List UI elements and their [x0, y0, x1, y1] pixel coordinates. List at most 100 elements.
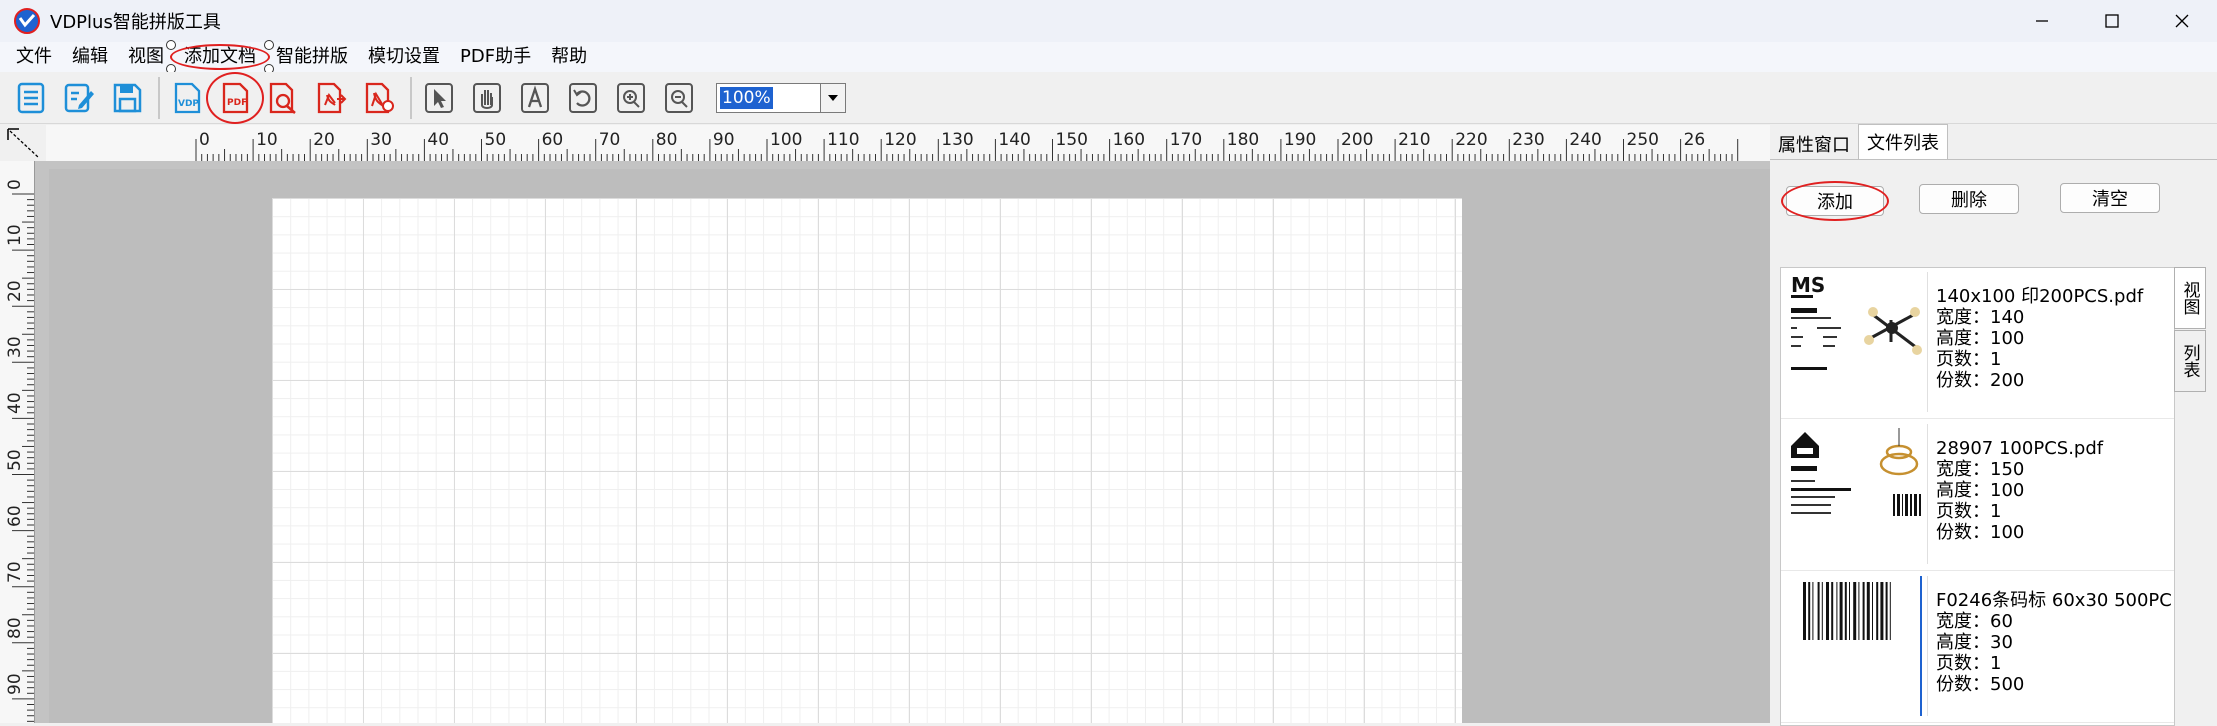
zoom-in-button[interactable] [612, 78, 650, 118]
add-pdf-button[interactable]: PDF [206, 71, 264, 124]
ruler-label: 120 [884, 130, 917, 150]
zoom-out-icon [665, 82, 693, 113]
text-tool-button[interactable] [516, 78, 554, 118]
clear-files-label: 清空 [2092, 189, 2128, 210]
ruler-label: 190 [1283, 130, 1317, 150]
file-list-item[interactable]: MS 140x100 印200PCS.pdf 宽度：140 高度：100 页数：… [1781, 268, 2174, 419]
file-pages: 页数：1 [1936, 349, 2002, 370]
file-list-panel: 添加 删除 清空 MS 140x100 印200PCS.pdf 宽度：140 高… [1770, 159, 2217, 726]
ruler-label: 20 [313, 130, 335, 150]
menu-add-document[interactable]: 添加文档 [166, 40, 274, 74]
svg-text:MS: MS [1791, 273, 1825, 297]
ruler-label: 160 [1112, 130, 1146, 150]
svg-text:VDP: VDP [178, 99, 199, 109]
menu-add-document-label: 添加文档 [184, 46, 256, 67]
ruler-corner[interactable] [0, 125, 47, 162]
zoom-value: 100% [720, 86, 773, 109]
ruler-origin-icon [7, 128, 39, 158]
file-name: 28907 100PCS.pdf [1936, 438, 2104, 459]
add-file-label: 添加 [1817, 192, 1853, 213]
minimize-icon [2036, 20, 2048, 22]
clear-files-button[interactable]: 清空 [2060, 183, 2160, 213]
file-name: F0246条码标 60x30 500PC [1936, 590, 2172, 611]
close-icon [2175, 14, 2189, 28]
toolbar-separator [158, 76, 160, 119]
toolbar-separator [410, 76, 412, 119]
file-width: 宽度：60 [1936, 611, 2013, 632]
list-button[interactable] [12, 78, 50, 118]
label-thumbnail-icon [1787, 424, 1927, 564]
label-thumbnail-icon: MS [1787, 272, 1927, 412]
menu-die-cut-settings[interactable]: 模切设置 [358, 42, 450, 72]
file-height: 高度：100 [1936, 480, 2025, 501]
menu-pdf-assistant[interactable]: PDF助手 [450, 42, 541, 72]
ruler-label: 180 [1226, 130, 1260, 150]
annotation-handle [166, 40, 176, 50]
ruler-label: 150 [1055, 130, 1088, 150]
file-info: 28907 100PCS.pdf 宽度：150 高度：100 页数：1 份数：1… [1936, 438, 2103, 543]
ruler-label: 210 [1398, 130, 1431, 150]
menu-file[interactable]: 文件 [6, 42, 62, 72]
side-tab-view[interactable]: 视图 [2174, 267, 2206, 329]
maximize-button[interactable] [2077, 0, 2147, 42]
text-tool-icon [521, 82, 549, 113]
save-button[interactable] [108, 78, 146, 118]
ruler-label: 40 [427, 130, 450, 150]
file-copies: 份数：100 [1936, 522, 2025, 543]
ruler-label: 40 [5, 392, 25, 415]
svg-text:PDF: PDF [227, 98, 247, 108]
add-file-button[interactable]: 添加 [1781, 181, 1889, 221]
file-info: F0246条码标 60x30 500PC 宽度：60 高度：30 页数：1 份数… [1936, 590, 2172, 695]
ruler-label: 130 [941, 130, 974, 150]
menu-smart-imposition[interactable]: 智能拼版 [266, 42, 358, 72]
layout-page[interactable] [272, 198, 1462, 723]
ruler-label: 26 [1683, 130, 1706, 150]
edit-button[interactable] [60, 78, 98, 118]
file-name: 140x100 印200PCS.pdf [1936, 286, 2144, 307]
close-button[interactable] [2147, 0, 2217, 42]
edit-icon [64, 83, 94, 112]
side-tab-list[interactable]: 列表 [2174, 330, 2206, 392]
minimize-button[interactable] [2007, 0, 2077, 42]
file-copies: 份数：500 [1936, 674, 2025, 695]
pdf-search-button[interactable] [264, 78, 302, 118]
file-pages: 页数：1 [1936, 501, 2002, 522]
pdf-export-button[interactable] [312, 78, 350, 118]
add-pdf-icon: PDF [222, 82, 249, 113]
file-list-item[interactable]: F0246条码标 60x30 500PC 宽度：60 高度：30 页数：1 份数… [1781, 572, 2174, 723]
file-width: 宽度：140 [1936, 307, 2025, 328]
pdf-split-button[interactable] [360, 78, 398, 118]
delete-file-label: 删除 [1951, 190, 1987, 211]
ruler-label: 80 [655, 130, 678, 150]
zoom-dropdown-button[interactable] [820, 83, 845, 112]
select-button[interactable] [420, 78, 458, 118]
tab-properties[interactable]: 属性窗口 [1770, 129, 1858, 159]
file-list-item[interactable]: 28907 100PCS.pdf 宽度：150 高度：100 页数：1 份数：1… [1781, 420, 2174, 571]
rotate-icon [569, 82, 597, 113]
ruler-label: 70 [5, 561, 25, 583]
file-height: 高度：30 [1936, 632, 2013, 653]
maximize-icon [2105, 14, 2119, 28]
ruler-label: 0 [5, 179, 25, 190]
vdp-button[interactable]: VDP [168, 78, 206, 118]
file-list[interactable]: MS 140x100 印200PCS.pdf 宽度：140 高度：100 页数：… [1780, 267, 2175, 726]
tab-file-list[interactable]: 文件列表 [1858, 124, 1948, 159]
rotate-button[interactable] [564, 78, 602, 118]
delete-file-button[interactable]: 删除 [1919, 184, 2019, 214]
zoom-in-icon [617, 82, 645, 113]
pan-button[interactable] [468, 78, 506, 118]
ruler-label: 50 [484, 130, 507, 150]
ruler-label: 60 [541, 130, 564, 150]
zoom-out-button[interactable] [660, 78, 698, 118]
ruler-label: 30 [370, 130, 392, 150]
vdp-icon: VDP [174, 82, 201, 113]
ruler-label: 70 [598, 130, 621, 150]
menu-help[interactable]: 帮助 [541, 42, 597, 72]
list-icon [17, 82, 45, 113]
menu-edit[interactable]: 编辑 [62, 42, 118, 72]
ruler-label: 30 [5, 336, 25, 359]
right-panel: 属性窗口 文件列表 添加 删除 清空 MS 140x100 印200PCS.pd… [1770, 124, 2217, 726]
zoom-select[interactable]: 100% [716, 82, 846, 113]
ruler-label: 90 [5, 673, 25, 695]
file-info: 140x100 印200PCS.pdf 宽度：140 高度：100 页数：1 份… [1936, 286, 2143, 391]
